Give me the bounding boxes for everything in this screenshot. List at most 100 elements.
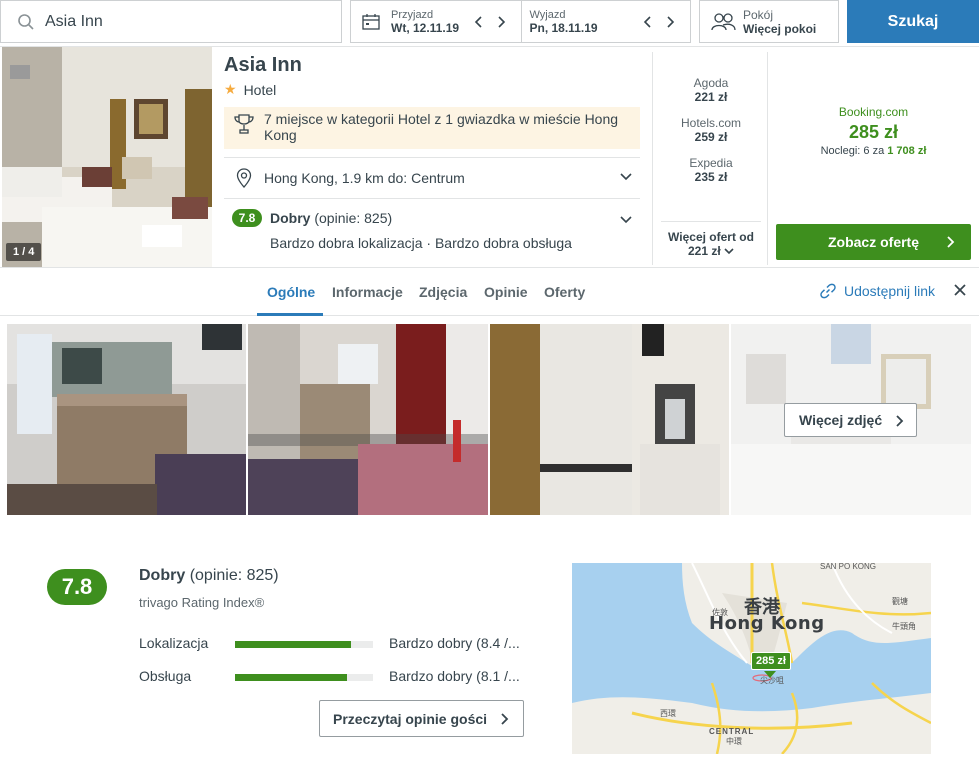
rating-count: (opinie: 825) <box>314 210 393 226</box>
hallway-image <box>248 324 488 515</box>
hotel-photo[interactable]: 1 / 4 <box>2 47 212 267</box>
share-link[interactable]: Udostępnij link <box>820 283 935 299</box>
deal-price: 259 zł <box>694 130 728 144</box>
tab-info[interactable]: Informacje <box>332 284 403 300</box>
chevron-right-icon <box>896 415 904 427</box>
chevron-down-icon <box>724 248 734 255</box>
rating-word: Dobry <box>270 210 311 226</box>
search-button[interactable]: Szukaj <box>847 0 979 43</box>
deal-item[interactable]: Agoda 221 zł <box>653 76 769 104</box>
share-label: Udostępnij link <box>844 283 936 299</box>
rooms-value: Więcej pokoi <box>743 21 817 36</box>
hotel-name[interactable]: Asia Inn <box>224 54 302 77</box>
reception-image <box>7 324 246 515</box>
tab-overview[interactable]: Ogólne <box>267 284 315 300</box>
tab-deals[interactable]: Oferty <box>544 284 585 300</box>
map-pin-tail <box>764 671 776 678</box>
chevron-left-icon[interactable] <box>642 14 654 30</box>
chevron-down-icon <box>620 173 632 181</box>
tab-reviews[interactable]: Opinie <box>484 284 528 300</box>
search-input[interactable] <box>45 12 305 31</box>
gallery-photo-hallway[interactable] <box>248 324 488 515</box>
rating-count: (opinie: 825) <box>189 567 279 584</box>
deal-price: 221 zł <box>694 90 728 104</box>
chevron-down-icon <box>620 216 632 224</box>
link-icon <box>820 283 836 299</box>
checkout-value: Pn, 18.11.19 <box>529 20 598 35</box>
more-offers-label: Więcej ofert od <box>668 230 754 244</box>
checkin-value: Wt, 12.11.19 <box>391 20 460 35</box>
chevron-right-icon[interactable] <box>664 14 676 30</box>
gallery-photo-corridor[interactable] <box>490 324 729 515</box>
rating-index-label: trivago Rating Index® <box>139 595 265 610</box>
rank-text: 7 miejsce w kategorii Hotel z 1 gwiazdka… <box>264 111 619 143</box>
tab-photos[interactable]: Zdjęcia <box>419 284 467 300</box>
chevron-left-icon[interactable] <box>473 14 485 30</box>
rating-category-row: Obsługa Bardzo dobry (8.1 /... <box>139 668 529 688</box>
location-map[interactable]: 香港 Hong Kong SAN PO KONG 佐敦 牛頭角 觀塘 西環 CE… <box>572 563 931 754</box>
map-area-label: 佐敦 <box>712 608 728 617</box>
more-offers-price: 221 zł <box>687 244 721 258</box>
rooms-field[interactable]: Pokój Więcej pokoi <box>699 0 839 43</box>
rooms-label: Pokój <box>743 7 774 22</box>
checkin-field[interactable]: Przyjazd Wt, 12.11.19 <box>351 1 521 42</box>
deal-provider: Agoda <box>693 76 729 90</box>
location-text: Hong Kong, 1.9 km do: Centrum <box>264 170 465 186</box>
chevron-right-icon <box>501 713 509 725</box>
checkin-label: Przyjazd <box>391 8 434 21</box>
map-area-label: 牛頭角 <box>892 622 916 631</box>
nights-total: 1 708 zł <box>887 145 927 157</box>
rating-bar-fill <box>235 674 347 681</box>
read-reviews-label: Przeczytaj opinie gości <box>333 710 488 727</box>
best-deal-provider: Booking.com <box>838 105 909 119</box>
trophy-icon <box>234 114 254 134</box>
more-photos-button[interactable]: Więcej zdjęć <box>784 403 917 437</box>
view-offer-label: Zobacz ofertę <box>827 234 919 250</box>
map-area-label: 觀塘 <box>892 597 908 606</box>
deal-item[interactable]: Expedia 235 zł <box>653 156 769 184</box>
search-box[interactable] <box>0 0 342 43</box>
best-deal-nights: Noclegi: 6 za 1 708 zł <box>776 145 971 157</box>
rating-row[interactable]: 7.8 Dobry (opinie: 825) Bardzo dobra lok… <box>224 205 640 255</box>
rating-score-badge: 7.8 <box>47 569 107 605</box>
read-reviews-button[interactable]: Przeczytaj opinie gości <box>319 700 524 737</box>
rating-category-value: Bardzo dobry (8.1 /... <box>389 668 520 684</box>
location-row[interactable]: Hong Kong, 1.9 km do: Centrum <box>224 157 640 199</box>
rating-badge: 7.8 <box>232 209 262 227</box>
deal-item[interactable]: Hotels.com 259 zł <box>653 116 769 144</box>
gallery-photo-reception[interactable] <box>7 324 246 515</box>
deal-provider: Hotels.com <box>680 116 742 130</box>
deals-list: Agoda 221 zł Hotels.com 259 zł Expedia 2… <box>652 52 768 265</box>
rating-category-bar <box>235 641 373 648</box>
corridor-image <box>490 324 729 515</box>
rating-highlights: Bardzo dobra lokalizacja · Bardzo dobra … <box>270 235 572 251</box>
close-icon[interactable] <box>954 284 966 296</box>
active-tab-indicator <box>257 313 323 316</box>
people-icon <box>711 12 736 30</box>
location-pin-icon <box>236 168 252 188</box>
dates-box: Przyjazd Wt, 12.11.19 Wyjazd Pn, 18.11.1… <box>350 0 691 43</box>
checkout-field[interactable]: Wyjazd Pn, 18.11.19 <box>520 1 691 42</box>
rank-banner: 7 miejsce w kategorii Hotel z 1 gwiazdka… <box>224 107 640 149</box>
rating-category-label: Lokalizacja <box>139 635 209 651</box>
map-price-pin[interactable]: 285 zł <box>751 652 791 670</box>
star-icon: ★ <box>224 81 237 97</box>
more-offers-button[interactable]: Więcej ofert od 221 zł <box>661 221 761 258</box>
calendar-icon <box>362 13 380 30</box>
map-area-label: CENTRAL <box>709 727 755 736</box>
map-area-label: SAN PO KONG <box>820 563 877 571</box>
search-icon <box>18 13 34 30</box>
rating-category-bar <box>235 674 373 681</box>
chevron-right-icon[interactable] <box>495 14 507 30</box>
deal-price: 235 zł <box>694 170 728 184</box>
best-deal[interactable]: Booking.com 285 zł Noclegi: 6 za 1 708 z… <box>776 105 971 157</box>
hotel-type: Hotel <box>243 81 277 98</box>
rating-word: Dobry <box>139 567 186 584</box>
more-photos-label: Więcej zdjęć <box>799 412 883 428</box>
map-area-label: 西環 <box>660 709 676 718</box>
photo-counter: 1 / 4 <box>6 243 42 261</box>
deal-provider: Expedia <box>689 156 733 170</box>
best-deal-price: 285 zł <box>848 122 899 142</box>
rating-category-row: Lokalizacja Bardzo dobry (8.4 /... <box>139 635 529 655</box>
view-offer-button[interactable]: Zobacz ofertę <box>776 224 971 260</box>
